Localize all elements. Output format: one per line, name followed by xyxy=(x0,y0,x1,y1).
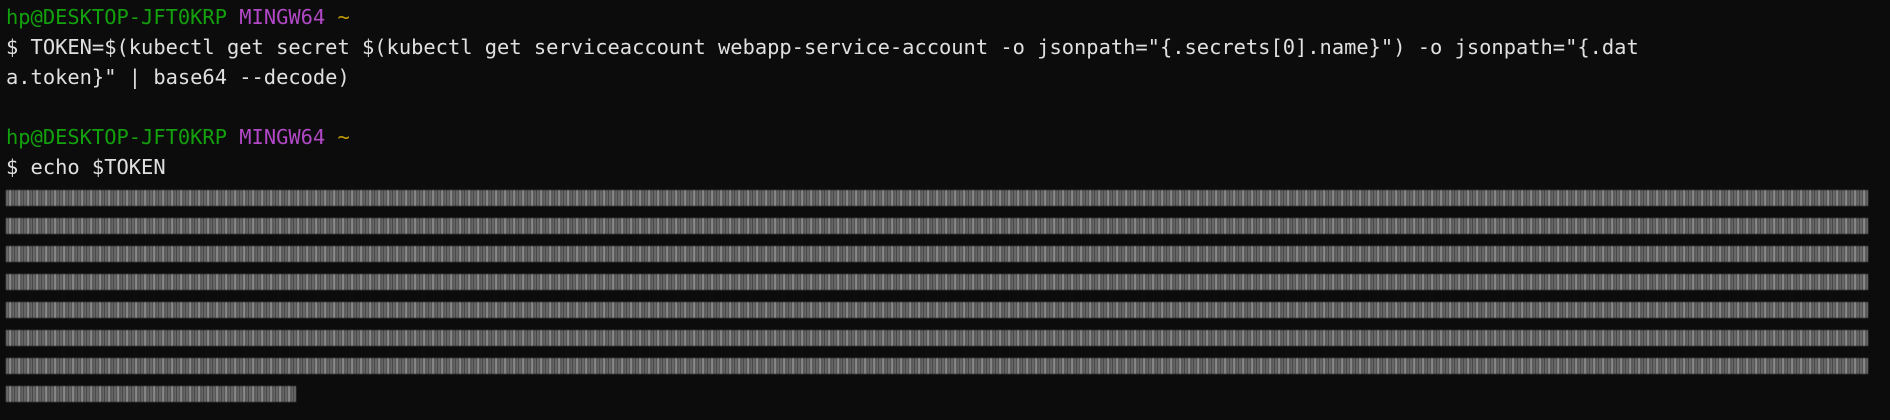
redacted-row xyxy=(6,184,1878,212)
prompt-env: MINGW64 xyxy=(239,125,326,149)
redacted-row xyxy=(6,324,1878,352)
prompt-user: hp@DESKTOP-JFT0KRP xyxy=(6,5,227,29)
prompt-line-2: hp@DESKTOP-JFT0KRP MINGW64 ~ xyxy=(6,122,1890,152)
command-line-1b: a.token}" | base64 --decode) xyxy=(6,65,350,89)
prompt-dir: ~ xyxy=(337,5,350,29)
redacted-row xyxy=(6,240,1878,268)
redacted-row xyxy=(6,352,1878,380)
command-line-1a: $ TOKEN=$(kubectl get secret $(kubectl g… xyxy=(6,35,1639,59)
redacted-token-output xyxy=(6,184,1878,408)
redacted-row xyxy=(6,380,1878,408)
redacted-row xyxy=(6,212,1878,240)
command-line-2: $ echo $TOKEN xyxy=(6,155,166,179)
prompt-line-1: hp@DESKTOP-JFT0KRP MINGW64 ~ xyxy=(6,2,1890,32)
prompt-dir: ~ xyxy=(337,125,350,149)
terminal-window[interactable]: hp@DESKTOP-JFT0KRP MINGW64 ~ $ TOKEN=$(k… xyxy=(0,0,1890,420)
prompt-env: MINGW64 xyxy=(239,5,326,29)
redacted-row xyxy=(6,296,1878,324)
prompt-user: hp@DESKTOP-JFT0KRP xyxy=(6,125,227,149)
redacted-row xyxy=(6,268,1878,296)
